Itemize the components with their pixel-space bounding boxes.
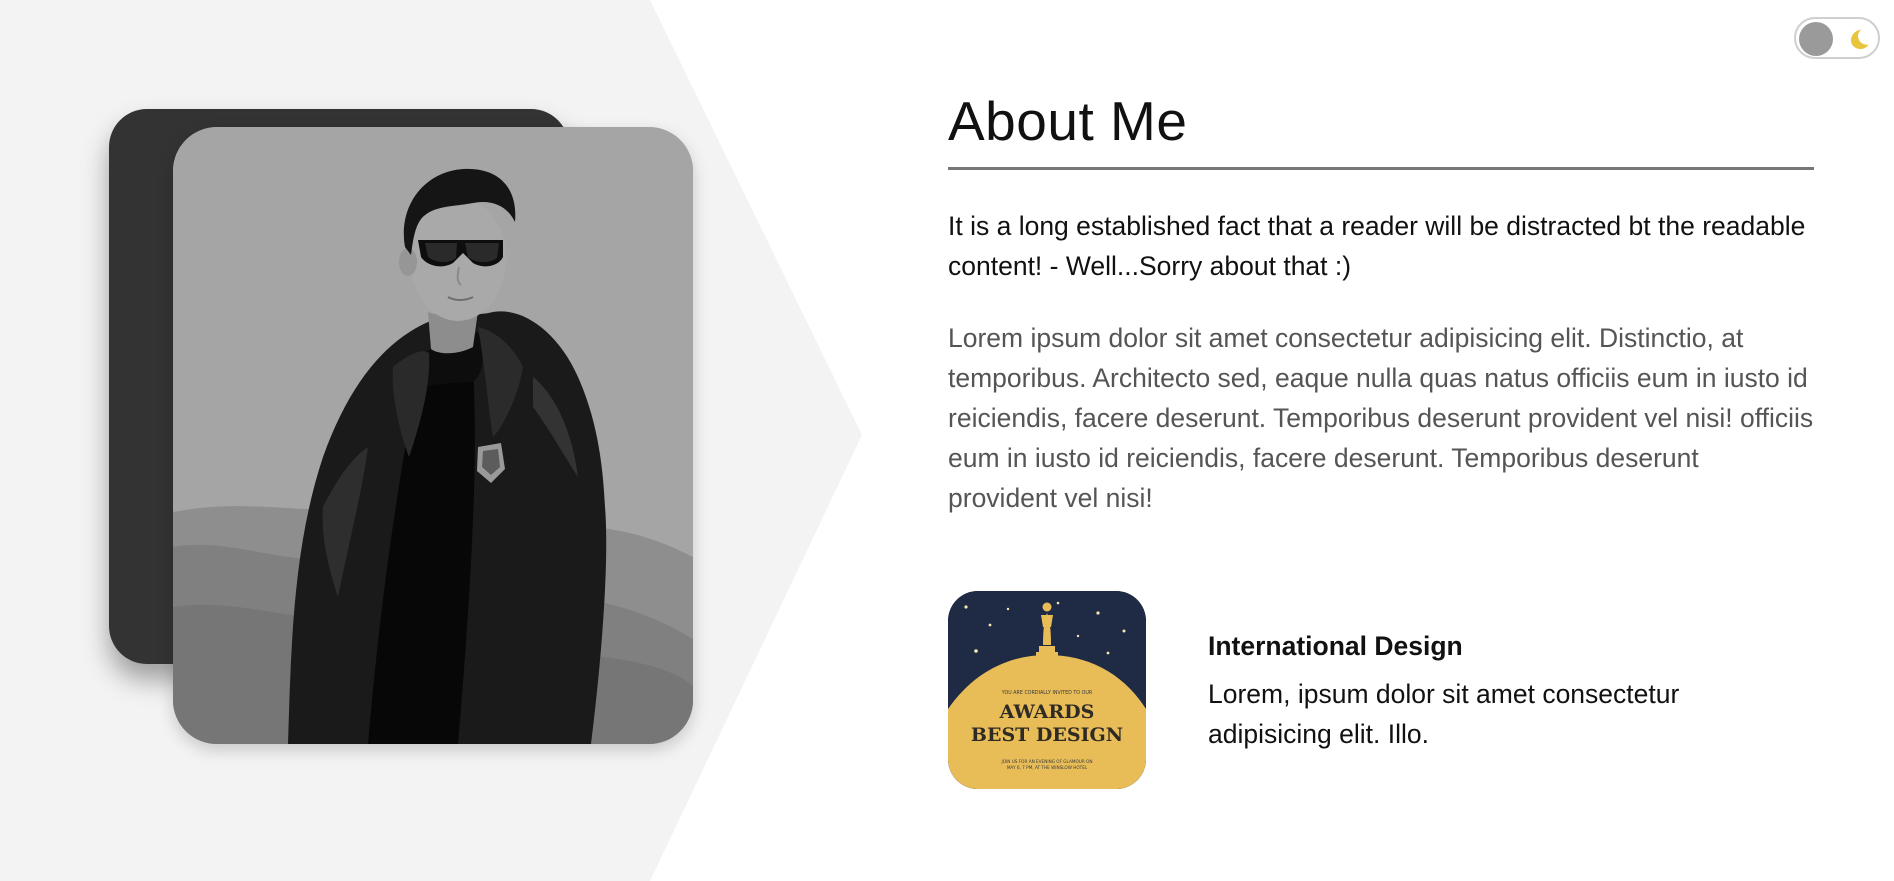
about-section: About Me It is a long established fact t… <box>948 85 1814 518</box>
toggle-knob <box>1799 22 1833 56</box>
award-title: International Design <box>1208 631 1463 661</box>
poster-small-bottom-1: JOIN US FOR AN EVENING OF GLAMOUR ON <box>1000 759 1092 764</box>
poster-headline-2: BEST DESIGN <box>971 724 1123 746</box>
moon-icon <box>1851 29 1869 49</box>
poster-headline-1: AWARDS <box>999 701 1095 723</box>
profile-photo <box>173 127 693 744</box>
theme-toggle[interactable] <box>1794 17 1880 59</box>
profile-photo-illustration <box>173 127 693 744</box>
lead-paragraph: It is a long established fact that a rea… <box>948 211 1806 281</box>
title-divider <box>948 167 1814 170</box>
award-poster-graphic: YOU ARE CORDIALLY INVITED TO OUR AWARDS … <box>948 591 1146 789</box>
page-title: About Me <box>948 90 1188 152</box>
award-description: Lorem, ipsum dolor sit amet consectetur … <box>1208 679 1680 749</box>
award-card: YOU ARE CORDIALLY INVITED TO OUR AWARDS … <box>948 591 1814 790</box>
body-paragraph: Lorem ipsum dolor sit amet consectetur a… <box>948 323 1814 513</box>
poster-small-bottom-2: MAY 6, 7 PM, AT THE WINSLOW HOTEL <box>1007 765 1088 770</box>
award-poster: YOU ARE CORDIALLY INVITED TO OUR AWARDS … <box>948 591 1146 789</box>
poster-small-top: YOU ARE CORDIALLY INVITED TO OUR <box>1001 690 1093 696</box>
